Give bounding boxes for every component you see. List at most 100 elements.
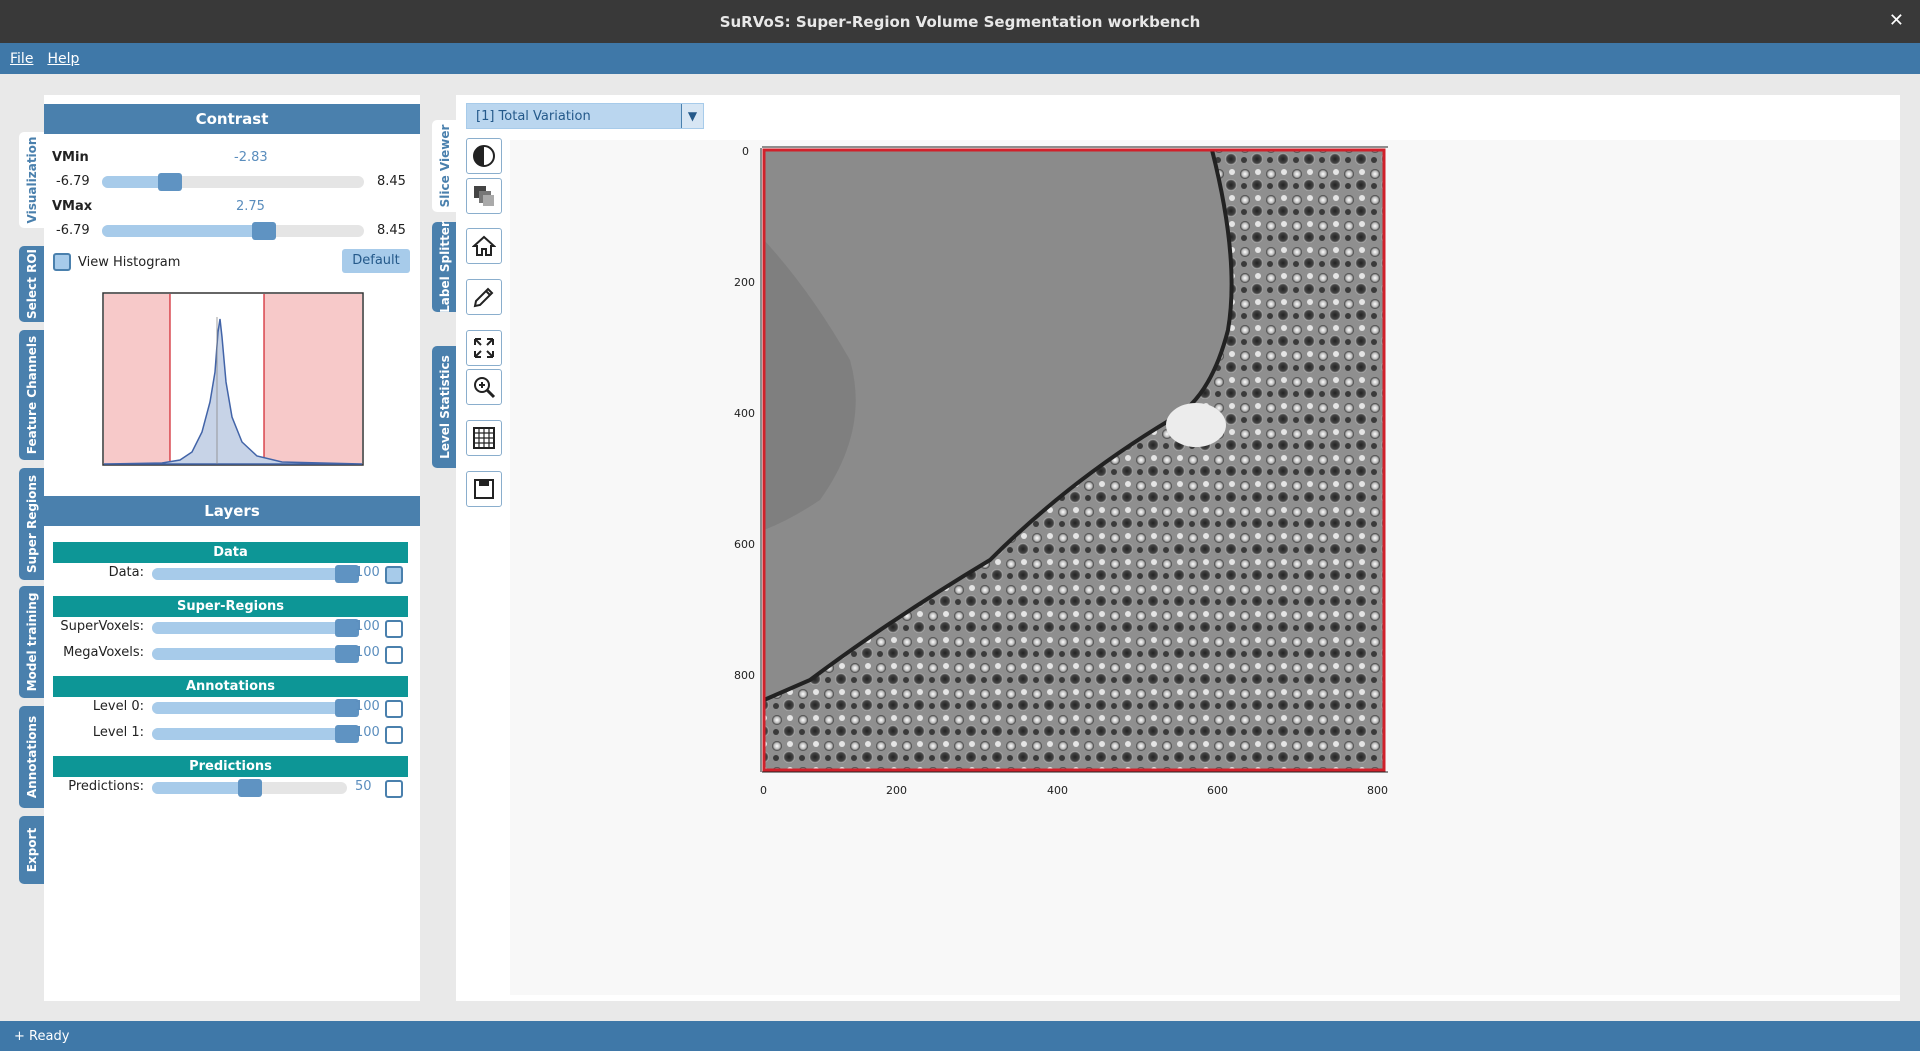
chevron-down-icon[interactable]: ▼ [681, 104, 703, 128]
default-button[interactable]: Default [342, 249, 410, 273]
layer-group-super-regions: Super-Regions [53, 596, 408, 617]
view-histogram-label: View Histogram [78, 255, 181, 270]
layer-label-data: Data: [108, 565, 144, 580]
layer-slider-level0[interactable] [152, 699, 359, 717]
layer-value-megavoxels: 100 [355, 645, 380, 660]
vmax-slider[interactable] [102, 222, 364, 240]
layers-header: Layers [44, 496, 420, 526]
tab-slice-viewer[interactable]: Slice Viewer [432, 120, 457, 212]
save-icon[interactable] [466, 471, 502, 507]
layer-label-supervoxels: SuperVoxels: [60, 619, 144, 634]
y-tick: 600 [734, 538, 755, 551]
title-bar: SuRVoS: Super-Region Volume Segmentation… [0, 0, 1920, 43]
tab-visualization[interactable]: Visualization [19, 132, 44, 228]
tab-label: Export [24, 827, 39, 873]
menu-bar: File Help [0, 43, 1920, 74]
vmin-max: 8.45 [377, 174, 406, 189]
layers-icon[interactable] [466, 178, 502, 214]
layer-label-level0: Level 0: [92, 699, 144, 714]
contrast-icon[interactable] [466, 138, 502, 174]
x-tick: 600 [1207, 784, 1228, 797]
vmax-min: -6.79 [56, 223, 90, 238]
layer-label-megavoxels: MegaVoxels: [63, 645, 144, 660]
layer-slider-fill [152, 648, 347, 660]
x-tick: 200 [886, 784, 907, 797]
vmax-value: 2.75 [236, 199, 265, 214]
fullscreen-icon[interactable] [466, 330, 502, 366]
tab-label-splitter[interactable]: Label Splitter [432, 221, 457, 313]
layer-checkbox-data[interactable] [385, 566, 403, 584]
vmax-max: 8.45 [377, 223, 406, 238]
tab-super-regions[interactable]: Super Regions [19, 468, 44, 580]
layer-checkbox-supervoxels[interactable] [385, 620, 403, 638]
visualization-panel: Contrast VMin -2.83 -6.79 8.45 VMax 2.75… [44, 95, 420, 1001]
layer-slider-supervoxels[interactable] [152, 619, 359, 637]
histogram-plot [102, 292, 364, 466]
contrast-header: Contrast [44, 104, 420, 134]
tab-label: Super Regions [24, 474, 39, 574]
tab-label: Visualization [24, 136, 39, 224]
status-bar: + Ready [0, 1021, 1920, 1051]
channel-select[interactable]: [1] Total Variation ▼ [466, 103, 704, 129]
tab-level-statistics[interactable]: Level Statistics [432, 346, 457, 468]
layer-slider-handle[interactable] [237, 779, 262, 797]
layer-label-level1: Level 1: [92, 725, 144, 740]
status-text: + Ready [14, 1028, 70, 1044]
slice-viewer-panel: [1] Total Variation ▼ 25 [456, 95, 1900, 1001]
vmin-label: VMin [52, 150, 89, 165]
layer-checkbox-megavoxels[interactable] [385, 646, 403, 664]
tab-select-roi[interactable]: Select ROI [19, 246, 44, 322]
tab-label: Slice Viewer [437, 124, 452, 208]
layer-checkbox-predictions[interactable] [385, 780, 403, 798]
layer-slider-level1[interactable] [152, 725, 359, 743]
tab-export[interactable]: Export [19, 816, 44, 884]
vmax-slider-fill [102, 225, 265, 237]
tab-label: Model training [24, 592, 39, 692]
layer-slider-data[interactable] [152, 565, 359, 583]
vmin-min: -6.79 [56, 174, 90, 189]
layer-slider-predictions[interactable] [152, 779, 347, 797]
tab-label: Annotations [24, 715, 39, 799]
pencil-icon[interactable] [466, 279, 502, 315]
window-title: SuRVoS: Super-Region Volume Segmentation… [719, 12, 1201, 31]
layer-group-annotations: Annotations [53, 676, 408, 697]
tab-annotations[interactable]: Annotations [19, 706, 44, 808]
x-tick: 400 [1047, 784, 1068, 797]
slice-image[interactable] [510, 140, 1900, 995]
layer-slider-fill [152, 622, 347, 634]
vmax-label: VMax [52, 199, 93, 214]
home-icon[interactable] [466, 228, 502, 264]
menu-help[interactable]: Help [47, 51, 79, 67]
zoom-icon[interactable] [466, 369, 502, 405]
layer-value-level0: 100 [355, 699, 380, 714]
grid-icon[interactable] [466, 420, 502, 456]
tab-feature-channels[interactable]: Feature Channels [19, 330, 44, 460]
tab-label: Label Splitter [437, 221, 452, 313]
y-tick: 400 [734, 407, 755, 420]
layer-slider-fill [152, 728, 347, 740]
close-icon[interactable]: ✕ [1889, 10, 1904, 31]
layer-value-level1: 100 [355, 725, 380, 740]
tab-model-training[interactable]: Model training [19, 586, 44, 698]
y-tick: 800 [734, 669, 755, 682]
tab-label: Level Statistics [437, 355, 452, 459]
y-tick: 0 [742, 145, 749, 158]
vmax-slider-handle[interactable] [252, 222, 277, 240]
layer-value-supervoxels: 100 [355, 619, 380, 634]
layer-checkbox-level1[interactable] [385, 726, 403, 744]
layer-group-predictions: Predictions [53, 756, 408, 777]
menu-file[interactable]: File [10, 51, 33, 67]
channel-select-value: [1] Total Variation [476, 109, 591, 124]
layer-checkbox-level0[interactable] [385, 700, 403, 718]
layer-slider-fill [152, 702, 347, 714]
slice-plot-area: 0 200 400 600 800 0 200 400 600 800 [510, 140, 1900, 995]
vmin-slider-handle[interactable] [158, 173, 183, 191]
view-histogram-checkbox[interactable] [53, 253, 71, 271]
layer-label-predictions: Predictions: [68, 779, 144, 794]
layer-value-predictions: 50 [355, 779, 372, 794]
layer-group-data: Data [53, 542, 408, 563]
vmin-slider[interactable] [102, 173, 364, 191]
tab-label: Select ROI [24, 249, 39, 319]
layer-slider-fill [152, 568, 347, 580]
layer-slider-megavoxels[interactable] [152, 645, 359, 663]
